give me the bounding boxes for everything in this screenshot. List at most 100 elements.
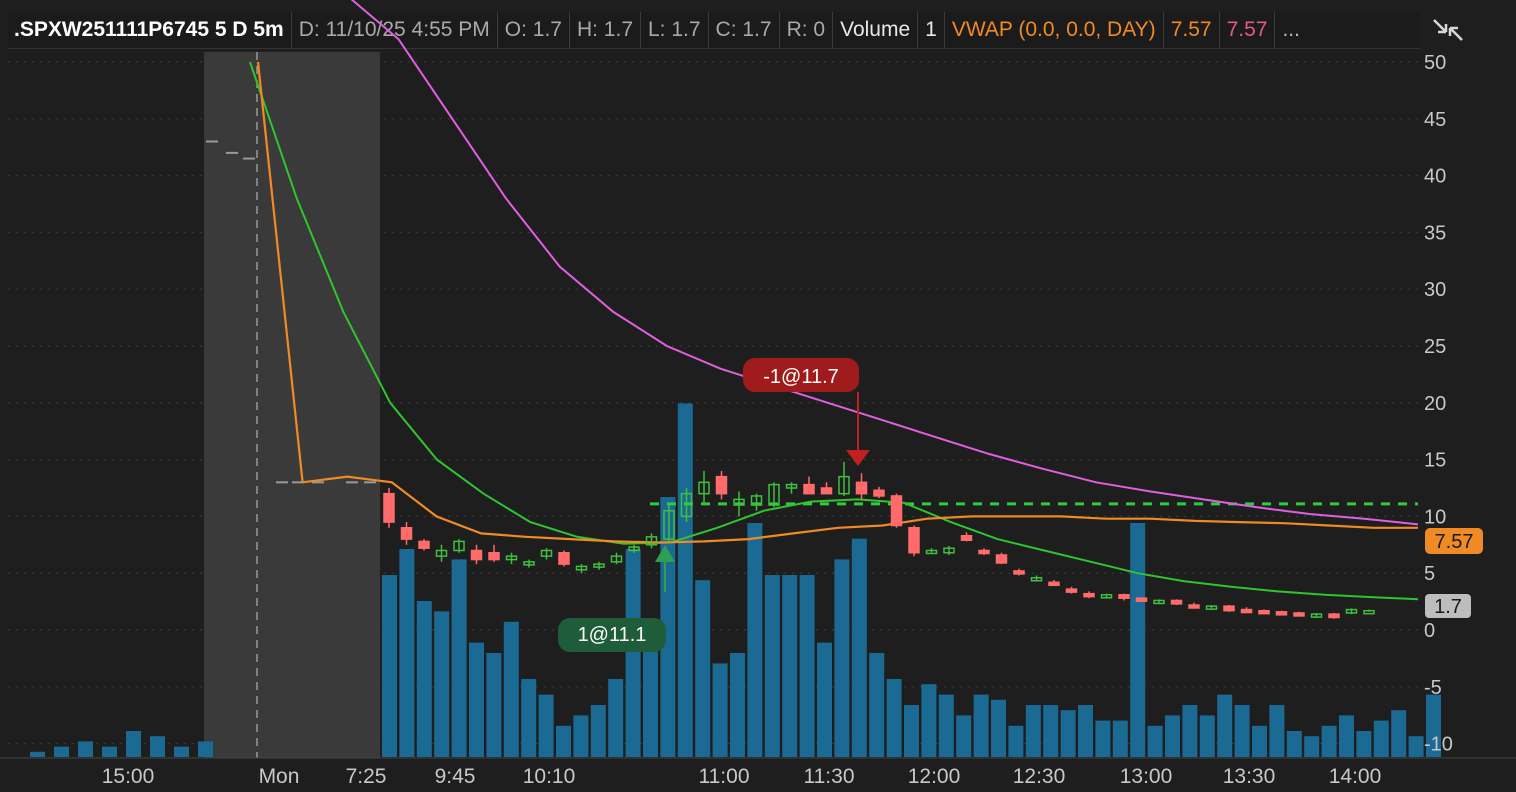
volume-bar (1043, 705, 1059, 757)
volume-bar (1252, 725, 1267, 757)
price-tag-vwap: 7.57 (1425, 528, 1483, 554)
volume-bar (1286, 731, 1302, 757)
volume-bar (1234, 705, 1250, 757)
volume-bar (851, 538, 867, 757)
candle (1048, 580, 1060, 587)
volume-bar (521, 679, 537, 757)
candle-body (1118, 594, 1130, 599)
y-tick-label: 35 (1424, 222, 1446, 244)
volume-bar (764, 575, 780, 757)
candle (1135, 597, 1148, 602)
price-tag-last: 1.7 (1425, 594, 1471, 618)
price-chart[interactable]: 50454035302520151050-5-10 15:00 Mon 7:25 9:… (0, 0, 1516, 792)
candle (995, 552, 1008, 565)
y-tick-label: 50 (1424, 52, 1446, 74)
candle-body (418, 540, 430, 549)
volume-bar (991, 699, 1006, 757)
candle-body (820, 487, 833, 495)
candle-body (558, 552, 570, 565)
volume-bar (556, 725, 571, 757)
volume-bar (1339, 715, 1354, 757)
candle (1240, 607, 1253, 614)
volume-bar (695, 580, 711, 757)
candle-body (1328, 613, 1340, 619)
vwap-line (256, 61, 1418, 544)
candle (908, 525, 920, 557)
x-tick-label: 13:00 (1120, 765, 1173, 788)
volume-bar (382, 575, 397, 757)
candle-body (1170, 599, 1183, 605)
candle (1153, 599, 1165, 605)
candle-body (873, 489, 885, 497)
volume-bar (1060, 710, 1076, 757)
volume-bar (126, 731, 141, 757)
candle (785, 482, 798, 494)
candle-body (715, 475, 728, 495)
candle (890, 493, 903, 528)
y-tick-label: 10 (1424, 506, 1446, 528)
volume-bar (1147, 725, 1163, 757)
volume-bar (1408, 736, 1424, 757)
candle (1118, 593, 1130, 601)
candle-body (1293, 612, 1305, 617)
volume-bar (817, 642, 832, 757)
volume-bar (1304, 736, 1320, 757)
y-tick-label: 5 (1424, 563, 1435, 585)
candle (435, 544, 448, 562)
volume-bar (1078, 705, 1093, 757)
volume-bar (1112, 720, 1128, 757)
candle (488, 544, 500, 562)
volume-bar (799, 575, 815, 757)
x-tick-label: 11:30 (804, 765, 855, 788)
candle-body (890, 495, 903, 527)
candle (960, 532, 973, 542)
candle (400, 522, 413, 545)
y-tick-label: -5 (1424, 677, 1442, 699)
candle (1275, 610, 1288, 616)
volume-bar (886, 679, 902, 757)
y-tick-label: 15 (1424, 450, 1446, 472)
sell-marker[interactable]: -1@11.7 (743, 358, 870, 466)
candle (1223, 605, 1235, 612)
candle (505, 552, 518, 565)
y-tick-label: -10 (1424, 734, 1453, 756)
volume-bar (677, 403, 693, 757)
x-tick-label: 9:45 (435, 765, 476, 788)
x-tick-label: 12:00 (908, 765, 961, 788)
x-tick-label: Mon (259, 765, 300, 788)
candle (610, 552, 623, 565)
candle-body (978, 549, 990, 555)
volume-bar (102, 746, 117, 757)
candle-body (1240, 608, 1253, 614)
candle (1363, 609, 1375, 615)
candle (418, 539, 430, 551)
candle (1328, 612, 1340, 619)
x-tick-label: 11:00 (699, 765, 750, 788)
candle-body (488, 552, 500, 561)
candle (1030, 575, 1043, 582)
candle-body (803, 483, 815, 495)
candle (470, 544, 483, 565)
volume-bar (78, 741, 93, 757)
candle-body (995, 554, 1008, 564)
candle-body (1275, 611, 1288, 616)
candle (575, 564, 588, 574)
x-tick-label: 10:10 (523, 765, 576, 788)
volume-bar (1321, 725, 1337, 757)
candle-body (1065, 588, 1078, 593)
candle (838, 461, 850, 496)
volume-bar (1095, 720, 1111, 757)
volume-bar (730, 653, 745, 757)
candle-body (1048, 581, 1060, 587)
volume-bar (416, 601, 432, 757)
y-tick-label: 40 (1424, 166, 1446, 188)
candle-body (960, 534, 973, 542)
candle-body (1135, 597, 1148, 602)
volume-bar (869, 653, 885, 757)
volume-bar (1165, 715, 1180, 757)
candle (523, 559, 535, 568)
volume-bar (451, 559, 467, 757)
candle-body (1258, 609, 1270, 615)
volume-bar (1373, 720, 1389, 757)
candle (943, 545, 955, 556)
